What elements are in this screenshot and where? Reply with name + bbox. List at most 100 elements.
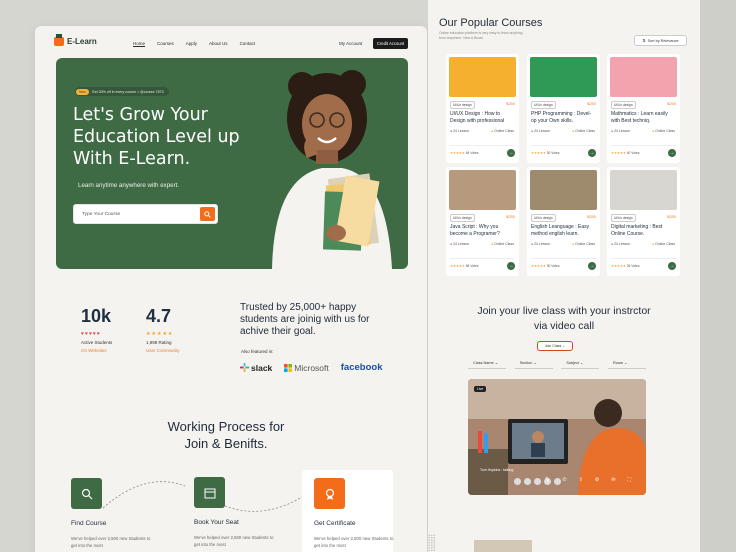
step-desc: We've helped over 2,500 new Students to … <box>314 536 394 548</box>
stars-icon: ★★★★★ <box>611 151 626 155</box>
class-icon: ● <box>491 242 494 246</box>
course-name: UI/UX Design : How to Design with profes… <box>450 111 505 124</box>
course-footer: ★★★★★ 56 Votes → <box>450 262 515 270</box>
promo-pill[interactable]: New Get 30% off in every course > @cours… <box>75 87 169 96</box>
speaker-name: Tom Hopkins : talking <box>480 468 514 472</box>
search-input[interactable]: Type Your Course <box>82 212 120 217</box>
settings-icon[interactable]: ⚙ <box>595 477 599 483</box>
course-lessons: ● 24 Lesson <box>531 242 551 246</box>
join-label: Join Class <box>544 344 562 348</box>
course-card[interactable]: Ui/Ux design $250 Java Script : Why you be… <box>446 167 519 276</box>
arrow-right-icon[interactable]: → <box>507 262 515 270</box>
course-lessons: ● 24 Lesson <box>531 129 551 133</box>
step-book-seat[interactable]: Book Your Seat We've helped over 2,500 n… <box>194 477 274 548</box>
course-card[interactable]: Ui/Ux design $250 Mathmatics : Learn easil… <box>607 54 680 163</box>
course-image <box>449 57 516 97</box>
arrow-right-icon[interactable]: → <box>588 149 596 157</box>
step-title: Find Course <box>71 520 107 527</box>
filter-section[interactable]: Section ⌄ <box>514 360 553 369</box>
step-desc: We've helped over 2,500 new Students to … <box>71 536 151 548</box>
arrow-right-icon[interactable]: → <box>668 262 676 270</box>
course-mode: ● Online Class <box>491 242 514 246</box>
trusted-text: Trusted by 25,000+ happy students are jo… <box>240 302 370 337</box>
nav-courses[interactable]: Courses <box>157 41 174 46</box>
filter-class-name[interactable]: Class Name ⌄ <box>468 360 506 369</box>
my-account-link[interactable]: My Account <box>339 41 362 46</box>
course-rating: ★★★★★ 40 Votes <box>611 151 640 155</box>
course-meta: ● 24 Lesson ● Online Class <box>531 242 595 246</box>
stat-value: 4.7 <box>146 306 172 326</box>
course-card[interactable]: Ui/Ux design $250 PHP Programming : Devel-… <box>527 54 600 163</box>
arrow-right-icon[interactable]: → <box>668 149 676 157</box>
step-find-course[interactable]: Find Course We've helped over 2,500 new … <box>71 478 151 549</box>
hero-subtitle: Learn anytime anywhere with expert. <box>78 182 180 189</box>
course-price: $250 <box>506 101 515 106</box>
lesson-icon: ● <box>450 129 453 133</box>
course-rating: ★★★★★ 56 Votes <box>450 264 479 268</box>
course-card[interactable]: Ui/Ux design $250 UI/UX Design : How to De… <box>446 54 519 163</box>
course-rating: ★★★★★ 26 Votes <box>611 264 640 268</box>
step-title: Book Your Seat <box>194 519 239 526</box>
course-card[interactable]: Ui/Ux design $250 Digital marketing : Best… <box>607 167 680 276</box>
filter-subject[interactable]: Subject ⌄ <box>561 360 600 369</box>
search-icon <box>204 210 211 218</box>
nav-contact[interactable]: Contact <box>240 41 256 46</box>
course-rating: ★★★★★ 30 Votes <box>531 151 560 155</box>
course-mode: ● Online Class <box>652 242 675 246</box>
lesson-icon: ● <box>450 242 453 246</box>
course-footer: ★★★★★ 64 Votes → <box>450 149 515 157</box>
divider <box>611 145 676 146</box>
lesson-icon: ● <box>611 242 614 246</box>
avatar[interactable] <box>524 478 531 485</box>
search-button[interactable] <box>200 207 215 221</box>
chat-icon[interactable]: ✉ <box>611 477 615 483</box>
stars-icon: ★★★★★ <box>611 264 626 268</box>
filter-room[interactable]: Room ⌄ <box>607 360 646 369</box>
sort-label: Sort by Relevance <box>647 38 679 43</box>
nav-apply[interactable]: Apply <box>186 41 197 46</box>
logo[interactable]: E-Learn <box>54 34 97 46</box>
landing-page: E-Learn Home Courses Apply About Us Cont… <box>35 26 427 552</box>
video-call-window[interactable]: Live Tom Hopkins : talking 🎙 ✆ ⇪ ⚙ ✉ ⛶ <box>468 379 646 495</box>
course-tag: Ui/Ux design <box>531 101 556 109</box>
share-icon[interactable]: ⇪ <box>579 477 583 483</box>
hearts-icon: ♥♥♥♥♥ <box>81 331 101 337</box>
divider <box>611 258 676 259</box>
sort-dropdown[interactable]: ⇅ Sort by Relevance <box>634 35 687 46</box>
stat-rating: 4.7 ★★★★★ 1,998 Rating User Community <box>146 306 206 353</box>
nav-home[interactable]: Home <box>133 41 145 46</box>
search-doc-icon <box>71 478 102 509</box>
mic-icon[interactable]: 🎙 <box>544 477 550 483</box>
class-icon: ● <box>652 129 655 133</box>
popular-courses-subtitle: Online education platform is very easy t… <box>439 31 523 40</box>
course-mode: ● Online Class <box>572 242 595 246</box>
lesson-icon: ● <box>611 129 614 133</box>
microsoft-icon <box>284 363 293 372</box>
course-tag: Ui/Ux design <box>611 101 636 109</box>
nav-links: Home Courses Apply About Us Contact <box>133 41 255 46</box>
logo-text: E-Learn <box>67 37 97 46</box>
end-call-icon[interactable]: ✆ <box>562 477 566 483</box>
arrow-right-icon[interactable]: → <box>507 149 515 157</box>
course-card[interactable]: Ui/Ux design $250 English Leanguage : Easy… <box>527 167 600 276</box>
course-mode: ● Online Class <box>491 129 514 133</box>
credit-account-button[interactable]: Credit Account <box>373 38 408 49</box>
course-mode: ● Online Class <box>652 129 675 133</box>
working-process-title: Working Process for Join & Benifts. <box>167 419 285 451</box>
nav-about[interactable]: About Us <box>209 41 228 46</box>
avatar[interactable] <box>514 478 521 485</box>
slack-icon <box>240 363 249 372</box>
graduation-cap-icon <box>54 34 64 46</box>
navbar: E-Learn Home Courses Apply About Us Cont… <box>35 26 427 58</box>
arrow-right-icon[interactable]: → <box>588 262 596 270</box>
avatar[interactable] <box>534 478 541 485</box>
join-class-dropdown[interactable]: Join Class ⌄ <box>537 341 573 351</box>
course-search[interactable]: Type Your Course <box>73 204 218 224</box>
lesson-icon: ● <box>531 242 534 246</box>
hero-title: Let's Grow Your Education Level up With … <box>73 105 240 169</box>
divider <box>450 258 515 259</box>
stars-icon: ★★★★★ <box>531 264 546 268</box>
course-price: $250 <box>506 214 515 219</box>
fullscreen-icon[interactable]: ⛶ <box>627 477 631 483</box>
step-get-certificate[interactable]: Get Certificate We've helped over 2,500 … <box>314 478 394 549</box>
